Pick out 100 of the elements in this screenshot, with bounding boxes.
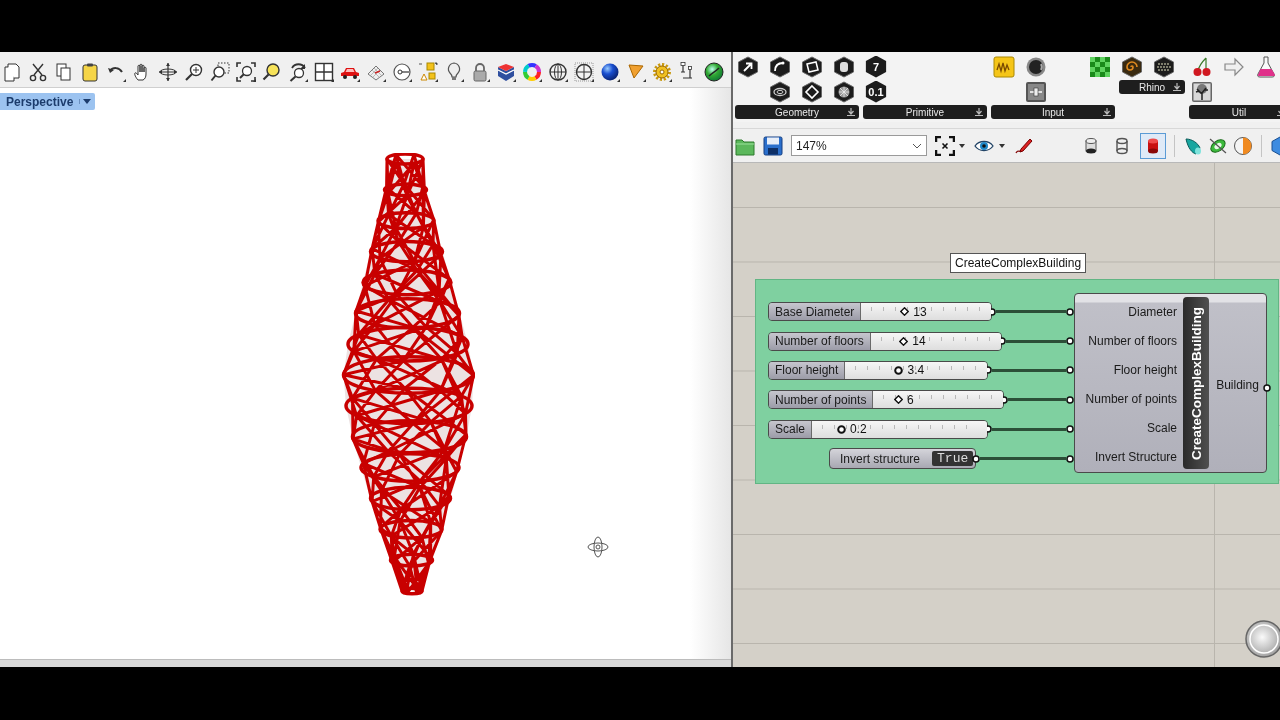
group-label: CreateComplexBuilding bbox=[950, 253, 1087, 273]
rotate-view-icon[interactable] bbox=[158, 61, 178, 82]
ribbon-panel-bar[interactable]: Input bbox=[991, 105, 1115, 119]
expand-icon[interactable] bbox=[847, 108, 855, 116]
number-hex-button[interactable]: 0.1 bbox=[865, 80, 887, 103]
arrow-hex-icon[interactable] bbox=[737, 55, 759, 78]
output-grip-icon[interactable] bbox=[1000, 395, 1009, 404]
striped-hex-icon[interactable] bbox=[1153, 55, 1175, 78]
component-name: CreateComplexBuilding bbox=[1183, 297, 1209, 469]
tree-icon[interactable] bbox=[1191, 80, 1213, 103]
number-hex-button[interactable]: 7 bbox=[865, 55, 887, 78]
circle-grip-icon[interactable] bbox=[836, 424, 846, 434]
slider-track[interactable]: 3.4 bbox=[845, 361, 987, 379]
caret-icon[interactable] bbox=[79, 99, 92, 104]
input-grip-icon[interactable] bbox=[1066, 307, 1074, 316]
shaded-sphere-icon[interactable] bbox=[600, 61, 620, 82]
glossy-globe-icon[interactable] bbox=[704, 61, 724, 82]
input-param: Floor height bbox=[1112, 361, 1178, 379]
number-slider[interactable]: Base Diameter 13 bbox=[768, 302, 993, 322]
number-slider[interactable]: Number of points 6 bbox=[768, 390, 1005, 410]
grid-sphere-icon[interactable] bbox=[574, 61, 594, 82]
output-grip-icon[interactable] bbox=[972, 454, 981, 463]
lock-icon[interactable] bbox=[470, 61, 490, 82]
expand-icon[interactable] bbox=[1103, 108, 1111, 116]
zoom-icon[interactable] bbox=[184, 61, 204, 82]
cherries-icon[interactable] bbox=[1191, 55, 1213, 78]
number-slider[interactable]: Floor height 3.4 bbox=[768, 360, 988, 380]
zoom-extents-icon[interactable] bbox=[935, 135, 955, 156]
zoom-field[interactable]: 147% bbox=[791, 135, 927, 156]
wireframe-sphere-icon[interactable] bbox=[548, 61, 568, 82]
horizontal-scrollbar[interactable] bbox=[0, 659, 731, 667]
output-grip-icon[interactable] bbox=[984, 425, 992, 434]
shapes-icon[interactable] bbox=[418, 61, 438, 82]
expand-icon[interactable] bbox=[1173, 83, 1181, 91]
boolean-toggle[interactable]: Invert structure True bbox=[829, 448, 977, 470]
cut-icon[interactable] bbox=[28, 61, 48, 82]
caret-icon[interactable] bbox=[999, 143, 1005, 148]
copy-icon[interactable] bbox=[54, 61, 74, 82]
output-grip-icon[interactable] bbox=[988, 307, 997, 316]
circle-point-icon[interactable] bbox=[392, 61, 412, 82]
slider-track[interactable]: 0.2 bbox=[812, 420, 987, 438]
slider-track[interactable]: 14 bbox=[870, 332, 1001, 350]
preview-mode-button[interactable] bbox=[1140, 132, 1166, 159]
slider-value: 13 bbox=[913, 304, 927, 319]
number-slider[interactable]: Scale 0.2 bbox=[768, 419, 988, 439]
checker-icon[interactable] bbox=[1089, 55, 1111, 78]
zoom-selected-icon[interactable] bbox=[262, 61, 282, 82]
gear-icon[interactable] bbox=[652, 61, 672, 82]
viewport-tab[interactable]: Perspective bbox=[0, 93, 96, 110]
slider-box-icon[interactable] bbox=[1025, 80, 1047, 103]
navigation-wheel-icon[interactable] bbox=[1244, 619, 1280, 659]
color-wheel-icon[interactable] bbox=[522, 61, 542, 82]
input-grip-icon[interactable] bbox=[1066, 425, 1074, 434]
ribbon-panel-bar[interactable]: Geometry bbox=[735, 105, 859, 119]
arrow-outline-icon[interactable] bbox=[1223, 55, 1245, 78]
diamond-grip-icon[interactable] bbox=[900, 307, 910, 317]
zigzag-panel-icon[interactable] bbox=[993, 55, 1015, 78]
curved-blade-icon[interactable] bbox=[1183, 135, 1203, 156]
mesh-hex-icon[interactable] bbox=[833, 80, 855, 103]
ribbon-panel-bar[interactable]: Util bbox=[1189, 105, 1280, 119]
diamond-hex-icon[interactable] bbox=[801, 80, 823, 103]
new-document-icon[interactable] bbox=[2, 61, 22, 82]
cylinder-hex-icon[interactable] bbox=[833, 55, 855, 78]
toggle-value[interactable]: True bbox=[932, 451, 974, 467]
number-slider[interactable]: Number of floors 14 bbox=[768, 331, 1002, 351]
input-param: Number of floors bbox=[1087, 332, 1178, 350]
slider-track[interactable]: 13 bbox=[861, 303, 992, 321]
input-grip-icon[interactable] bbox=[1066, 366, 1074, 375]
half-sphere-icon[interactable] bbox=[1233, 135, 1253, 156]
save-icon[interactable] bbox=[763, 135, 783, 156]
expand-icon[interactable] bbox=[975, 108, 983, 116]
zoom-window-icon[interactable] bbox=[210, 61, 230, 82]
paste-icon[interactable] bbox=[80, 61, 100, 82]
caret-icon[interactable] bbox=[959, 143, 965, 148]
spiral-hex-icon[interactable] bbox=[769, 80, 791, 103]
slider-value: 3.4 bbox=[907, 363, 925, 378]
slider-label: Number of floors bbox=[769, 332, 871, 350]
diamond-grip-icon[interactable] bbox=[899, 336, 909, 346]
knob-icon[interactable] bbox=[1025, 55, 1047, 78]
surface-hex-icon[interactable] bbox=[801, 55, 823, 78]
coil-hex-icon[interactable] bbox=[1121, 55, 1143, 78]
ribbon-panel-bar[interactable]: Primitive bbox=[863, 105, 987, 119]
diamond-grip-icon[interactable] bbox=[894, 395, 904, 405]
layer-box-icon[interactable] bbox=[496, 61, 516, 82]
ribbon-panel-bar[interactable]: Rhino bbox=[1119, 80, 1185, 94]
undo-view-icon[interactable] bbox=[288, 61, 308, 82]
zoom-extents-icon[interactable] bbox=[236, 61, 256, 82]
output-grip-icon[interactable] bbox=[984, 366, 992, 375]
circle-grip-icon[interactable] bbox=[894, 365, 904, 375]
triangle-icon[interactable] bbox=[626, 61, 646, 82]
four-viewports-icon[interactable] bbox=[314, 61, 334, 82]
input-grip-icon[interactable] bbox=[1066, 454, 1074, 463]
input-grip-icon[interactable] bbox=[1066, 337, 1074, 346]
caret-icon[interactable] bbox=[912, 142, 922, 149]
slider-track[interactable]: 6 bbox=[873, 391, 1004, 409]
curve-hex-icon[interactable] bbox=[769, 55, 791, 78]
output-grip-icon[interactable] bbox=[1263, 384, 1271, 392]
flask-icon[interactable] bbox=[1255, 55, 1277, 78]
slider-label: Scale bbox=[769, 420, 813, 438]
input-grip-icon[interactable] bbox=[1066, 395, 1074, 404]
